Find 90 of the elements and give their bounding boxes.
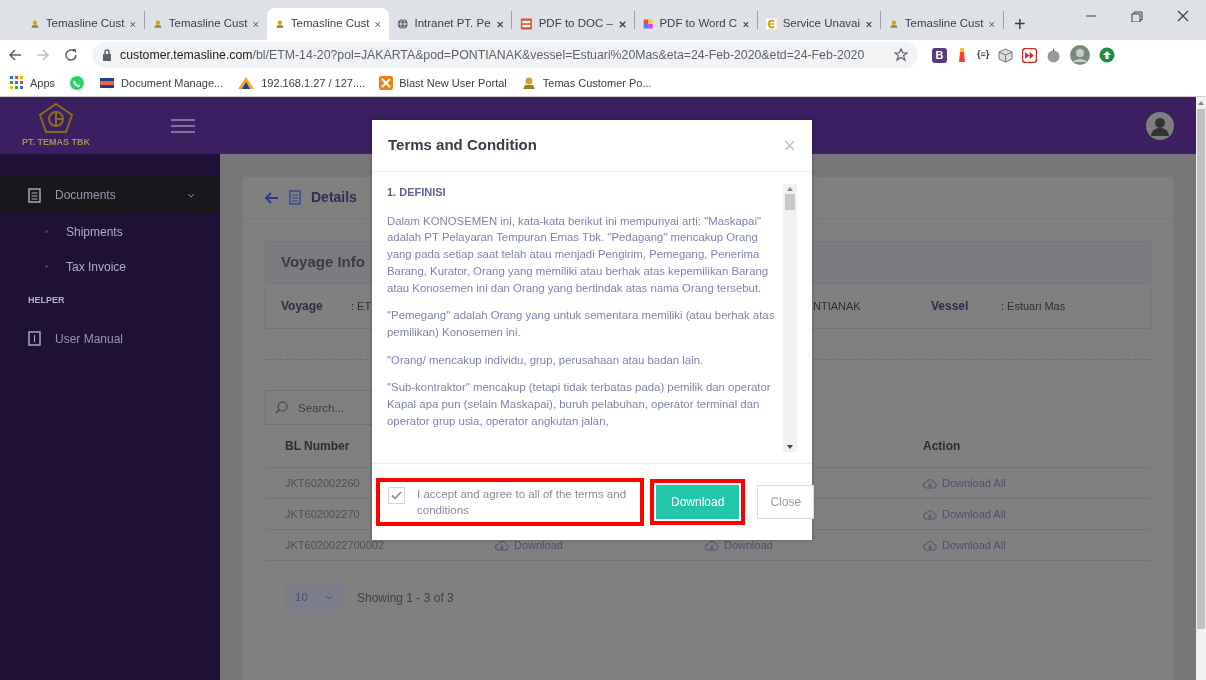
- bullet-icon: [45, 230, 48, 233]
- new-tab-button[interactable]: +: [1004, 8, 1036, 40]
- browser-tab[interactable]: Temasline Cust: [22, 8, 144, 40]
- search-icon: [275, 401, 288, 414]
- extension-icon[interactable]: B: [932, 47, 947, 63]
- document-icon: [28, 187, 41, 203]
- apps-grid-icon: [10, 76, 24, 90]
- brand-name: PT. TEMAS TBK: [22, 135, 90, 149]
- field-label: Voyage: [281, 298, 324, 315]
- restore-icon[interactable]: [1129, 10, 1145, 22]
- chat-bubble-icon: [69, 75, 86, 91]
- document-icon: [520, 16, 533, 32]
- page-title: Details: [311, 188, 357, 207]
- bookmark[interactable]: Apps: [10, 74, 56, 92]
- address-bar[interactable]: customer.temasline.com/bl/ETM-14-20?pol=JAKARTA&pod=PONTIANAK&vessel=Estuari%20Mas&eta=24-Feb-2020&etd=24-Feb-2020: [92, 42, 918, 68]
- menu-icon[interactable]: [171, 117, 195, 134]
- nav-subitem[interactable]: Tax Invoice: [0, 249, 220, 284]
- back-arrow-icon[interactable]: [265, 191, 279, 204]
- scroll-up-icon[interactable]: [1198, 101, 1204, 105]
- scroll-down-icon: [787, 445, 793, 449]
- bookmark[interactable]: Temas Customer Po...: [520, 74, 652, 92]
- flag-icon: [99, 75, 116, 91]
- globe-icon: [397, 16, 409, 32]
- triangle-logo-icon: [237, 76, 256, 90]
- bookmark[interactable]: Document Manage...: [99, 74, 224, 92]
- terms-paragraph: "Pemegang" adalah Orang yang untuk sementara memiliki (atau berhak atas pemilikan) Konosemen ini.: [387, 308, 776, 340]
- chevron-icon: [325, 595, 333, 600]
- star-icon[interactable]: [894, 48, 908, 62]
- check-icon: [391, 491, 402, 500]
- emblem-icon: [766, 16, 777, 32]
- section-heading: 1. DEFINISI: [387, 185, 447, 200]
- color-grid-icon: [643, 16, 654, 32]
- close-icon[interactable]: [989, 19, 995, 29]
- cube-icon[interactable]: [998, 47, 1014, 63]
- field-value: : Estuari Mas: [1001, 300, 1066, 312]
- lighthouse-icon[interactable]: [956, 47, 968, 63]
- book-icon: [28, 331, 41, 346]
- close-icon[interactable]: [866, 19, 872, 29]
- close-icon[interactable]: [618, 19, 626, 29]
- document-icon: [289, 190, 301, 205]
- pagination-summary: Showing 1 - 3 of 3: [357, 589, 454, 607]
- cloud-download-icon: [923, 508, 937, 520]
- column-header: Action: [903, 425, 1151, 468]
- close-icon[interactable]: [496, 19, 503, 29]
- section-label: HELPER: [27, 294, 66, 307]
- bookmark[interactable]: 192.168.1.27 / 127....: [237, 74, 366, 92]
- tomato-icon[interactable]: [1046, 47, 1062, 63]
- scroll-up-icon: [787, 187, 793, 191]
- close-icon[interactable]: [1175, 10, 1191, 22]
- field-value: NTIANAK: [813, 300, 861, 312]
- cloud-download-icon: [495, 539, 509, 551]
- emblem-icon: [520, 75, 537, 91]
- close-icon[interactable]: [375, 19, 381, 29]
- nav-item[interactable]: Documents: [0, 176, 220, 214]
- reload-icon[interactable]: [64, 48, 78, 62]
- bookmark[interactable]: Blast New User Portal: [379, 74, 507, 92]
- terms-paragraph: "Orang/ mencakup individu, grup, perusahaan atau badan lain.: [387, 352, 705, 368]
- browser-tab[interactable]: PDF to DOC –: [512, 8, 634, 40]
- browser-tab[interactable]: Temasline Cust: [267, 8, 389, 40]
- fast-forward-icon[interactable]: [1022, 47, 1038, 63]
- cloud-download-icon: [705, 539, 719, 551]
- dialog-title: Terms and Condition: [388, 135, 537, 156]
- scroll-thumb[interactable]: [785, 194, 795, 210]
- blast-logo-icon: [379, 76, 394, 90]
- browser-tab[interactable]: Service Unavai: [758, 8, 880, 40]
- scrollbar[interactable]: [783, 184, 797, 452]
- nav-item[interactable]: User Manual: [0, 319, 220, 358]
- bullet-icon: [45, 265, 48, 268]
- scrollbar[interactable]: [1196, 97, 1206, 680]
- close-icon[interactable]: [743, 19, 749, 29]
- field-label: Vessel: [931, 298, 970, 315]
- extension-icon[interactable]: {≡}: [977, 48, 990, 62]
- close-icon[interactable]: [253, 19, 259, 29]
- browser-tab[interactable]: PDF to Word C: [635, 8, 757, 40]
- scroll-thumb[interactable]: [1197, 109, 1205, 629]
- browser-tab[interactable]: Temasline Cust: [145, 8, 267, 40]
- browser-tab[interactable]: Temasline Cust: [881, 8, 1003, 40]
- user-avatar-icon[interactable]: [1070, 45, 1091, 65]
- user-avatar-icon[interactable]: [1146, 111, 1174, 140]
- back-arrow-icon[interactable]: [8, 48, 22, 62]
- browser-tab[interactable]: Intranet PT. Pe: [389, 8, 511, 40]
- upload-icon[interactable]: [1099, 47, 1116, 63]
- close-icon[interactable]: [130, 19, 136, 29]
- cloud-download-icon: [923, 477, 937, 489]
- cloud-download-icon: [923, 539, 937, 551]
- nav-subitem[interactable]: Shipments: [0, 214, 220, 249]
- field-value: : ET: [351, 300, 372, 312]
- checkbox[interactable]: [388, 487, 405, 504]
- pentagon-emblem-icon: [38, 101, 74, 134]
- lock-icon: [102, 49, 112, 61]
